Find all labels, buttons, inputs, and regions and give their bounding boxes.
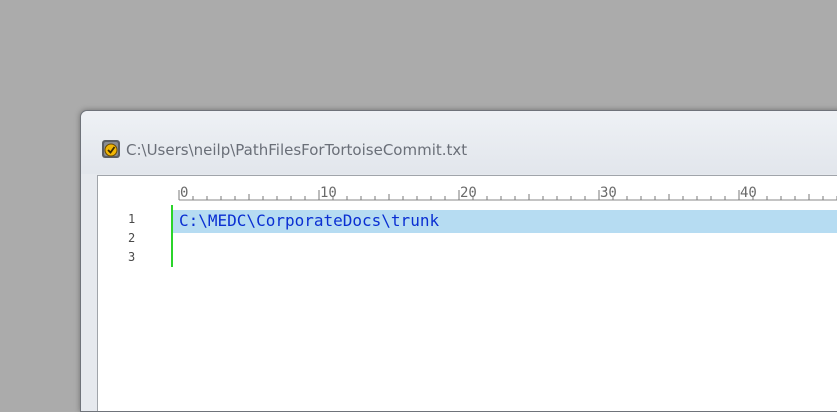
line-number-gutter: 1 2 3 — [98, 205, 170, 411]
window-title: C:\Users\neilp\PathFilesForTortoiseCommi… — [126, 141, 468, 159]
column-ruler: 0 10 20 30 40 — [98, 176, 837, 205]
code-line-1[interactable]: C:\MEDC\CorporateDocs\trunk — [179, 211, 439, 230]
line-number: 3 — [128, 250, 136, 264]
ruler-label: 30 — [600, 185, 617, 201]
ruler-label: 0 — [180, 185, 188, 201]
title-bar[interactable]: C:\Users\neilp\PathFilesForTortoiseCommi… — [81, 111, 837, 174]
ruler-label: 40 — [740, 185, 757, 201]
notepad-app-icon[interactable] — [101, 139, 121, 159]
editor-client-area: 0 10 20 30 40 1 2 3 C:\MEDC\CorporateDocs\tr… — [97, 175, 837, 411]
ruler-label: 20 — [460, 185, 477, 201]
text-editor[interactable]: C:\MEDC\CorporateDocs\trunk — [173, 205, 837, 411]
ruler-graphic: 0 10 20 30 40 — [178, 185, 837, 201]
line-number: 2 — [128, 231, 136, 245]
line-number: 1 — [128, 212, 136, 226]
ruler-label: 10 — [320, 185, 337, 201]
